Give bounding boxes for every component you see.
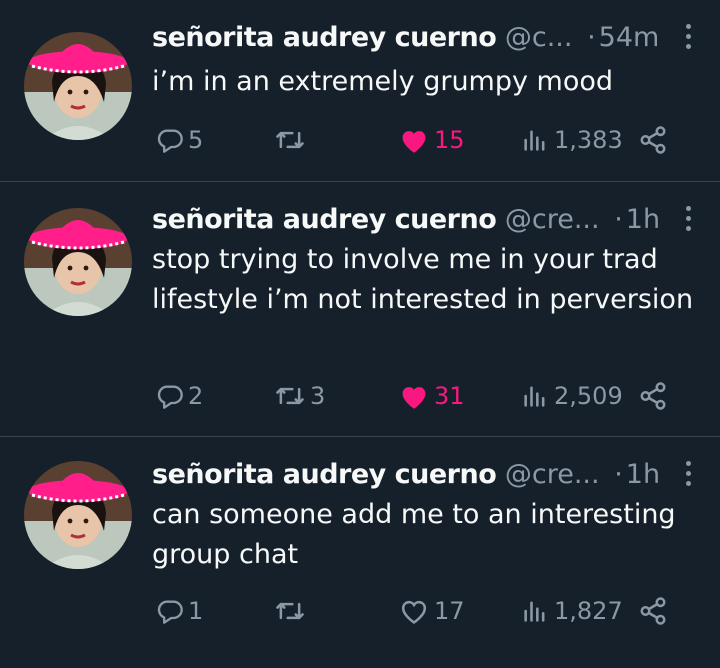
tweet[interactable]: señorita audrey cuerno @c... · 54m i’m in… <box>0 0 720 182</box>
reply-count: 2 <box>188 382 204 410</box>
separator-dot: · <box>614 204 623 235</box>
share-icon <box>638 381 668 411</box>
timestamp[interactable]: 1h <box>626 204 660 235</box>
timestamp[interactable]: 54m <box>599 22 660 53</box>
reply-button[interactable]: 2 <box>156 376 203 416</box>
author-handle[interactable]: @c... <box>505 22 573 53</box>
retweet-icon <box>274 382 306 410</box>
reply-button[interactable]: 1 <box>156 591 203 631</box>
author-name[interactable]: señorita audrey cuerno <box>152 204 497 235</box>
reply-icon <box>156 126 184 154</box>
views-button[interactable]: 1,383 <box>520 120 623 160</box>
share-button[interactable] <box>638 591 668 631</box>
like-count: 31 <box>434 382 465 410</box>
views-icon <box>520 597 550 625</box>
heart-icon <box>398 126 430 154</box>
tweet[interactable]: señorita audrey cuerno @cre... · 1h stop … <box>0 182 720 437</box>
tweet-header: señorita audrey cuerno @cre... · 1h <box>152 200 686 240</box>
reply-count: 5 <box>188 126 204 154</box>
views-icon <box>520 126 550 154</box>
tweet-actions: 1 17 1,827 <box>152 591 680 631</box>
tweet-text: i’m in an extremely grumpy mood <box>152 66 614 97</box>
retweet-count: 3 <box>310 382 326 410</box>
retweet-icon <box>274 126 306 154</box>
heart-icon <box>398 597 430 625</box>
tweet-header: señorita audrey cuerno @cre... · 1h <box>152 455 686 495</box>
avatar[interactable] <box>24 208 132 316</box>
author-name[interactable]: señorita audrey cuerno <box>152 22 497 53</box>
heart-icon <box>398 382 430 410</box>
tweet-actions: 2 3 31 2,509 <box>152 376 680 416</box>
more-icon[interactable] <box>678 461 698 491</box>
tweet-text: stop trying to involve me in your trad l… <box>152 244 694 315</box>
share-button[interactable] <box>638 376 668 416</box>
reply-icon <box>156 597 184 625</box>
views-count: 1,383 <box>554 126 623 154</box>
share-icon <box>638 596 668 626</box>
tweet-feed: señorita audrey cuerno @c... · 54m i’m in… <box>0 0 720 668</box>
separator-dot: · <box>614 459 623 490</box>
avatar[interactable] <box>24 461 132 569</box>
tweet-actions: 5 15 1,383 <box>152 120 680 160</box>
like-button[interactable]: 15 <box>398 120 465 160</box>
views-button[interactable]: 1,827 <box>520 591 623 631</box>
reply-count: 1 <box>188 597 204 625</box>
more-icon[interactable] <box>678 24 698 54</box>
tweet[interactable]: señorita audrey cuerno @cre... · 1h can s… <box>0 437 720 668</box>
like-count: 17 <box>434 597 465 625</box>
more-icon[interactable] <box>678 206 698 236</box>
like-count: 15 <box>434 126 465 154</box>
views-count: 2,509 <box>554 382 623 410</box>
like-button[interactable]: 17 <box>398 591 465 631</box>
retweet-button[interactable]: 3 <box>274 376 325 416</box>
views-icon <box>520 382 550 410</box>
avatar[interactable] <box>24 32 132 140</box>
separator-dot: · <box>587 22 596 53</box>
retweet-icon <box>274 597 306 625</box>
share-button[interactable] <box>638 120 668 160</box>
views-count: 1,827 <box>554 597 623 625</box>
timestamp[interactable]: 1h <box>626 459 660 490</box>
tweet-header: señorita audrey cuerno @c... · 54m <box>152 18 686 58</box>
views-button[interactable]: 2,509 <box>520 376 623 416</box>
retweet-button[interactable] <box>274 591 310 631</box>
author-handle[interactable]: @cre... <box>505 204 600 235</box>
reply-icon <box>156 382 184 410</box>
tweet-text: can someone add me to an interesting gro… <box>152 499 676 570</box>
author-name[interactable]: señorita audrey cuerno <box>152 459 497 490</box>
like-button[interactable]: 31 <box>398 376 465 416</box>
share-icon <box>638 125 668 155</box>
author-handle[interactable]: @cre... <box>505 459 600 490</box>
retweet-button[interactable] <box>274 120 310 160</box>
reply-button[interactable]: 5 <box>156 120 203 160</box>
